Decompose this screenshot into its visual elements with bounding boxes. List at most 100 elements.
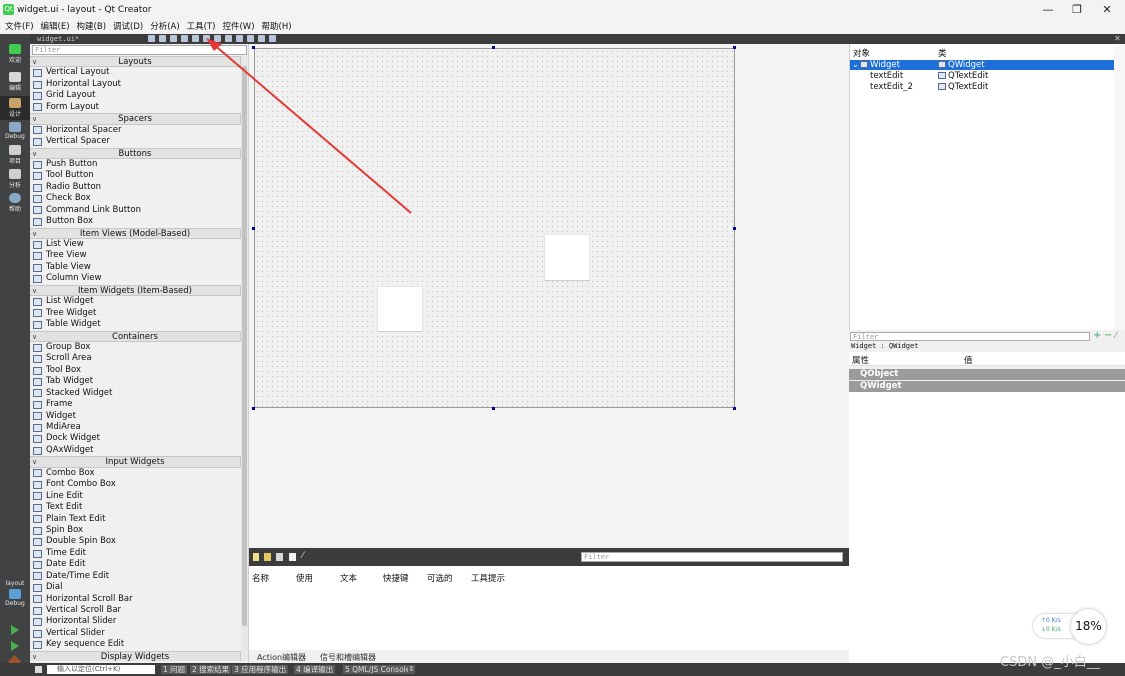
widget-item[interactable]: Dock Widget <box>30 433 241 444</box>
document-tab[interactable]: widget.ui* <box>33 34 143 44</box>
widget-item[interactable]: Tab Widget <box>30 376 241 387</box>
kit-selector[interactable]: layout Debug <box>0 580 30 607</box>
adjust-size-icon[interactable] <box>269 35 276 42</box>
resize-handle[interactable] <box>492 407 495 410</box>
widget-item[interactable]: Text Edit <box>30 502 241 513</box>
mode-edit[interactable]: 编辑 <box>0 72 30 92</box>
widget-item[interactable]: Dial <box>30 582 241 593</box>
widget-category[interactable]: ∨ Layouts <box>30 56 241 68</box>
widget-category[interactable]: ∨ Input Widgets <box>30 456 241 468</box>
widget-item[interactable]: Command Link Button <box>30 205 241 216</box>
widget-list-scrollbar[interactable] <box>241 56 248 661</box>
col-checkable[interactable]: 可选的 <box>427 572 453 584</box>
break-layout-icon[interactable] <box>258 35 265 42</box>
delete-action-icon[interactable] <box>289 553 296 561</box>
mode-design[interactable]: 设计 <box>0 96 30 120</box>
run-icon[interactable] <box>11 625 19 635</box>
widget-category[interactable]: ∨ Buttons <box>30 147 241 159</box>
resize-handle[interactable] <box>733 407 736 410</box>
property-group-qobject[interactable]: QObject <box>849 369 1125 380</box>
resize-handle[interactable] <box>252 227 255 230</box>
maximize-button[interactable]: ❐ <box>1062 2 1092 18</box>
widget-item[interactable]: Horizontal Scroll Bar <box>30 594 241 605</box>
pane-app-output[interactable]: 3 应用程序输出 <box>232 665 289 674</box>
widget-item[interactable]: QAxWidget <box>30 445 241 456</box>
widget-item[interactable]: Time Edit <box>30 548 241 559</box>
widget-item[interactable]: List Widget <box>30 296 241 307</box>
widget-item[interactable]: Button Box <box>30 216 241 227</box>
configure-icon[interactable]: ⁄ <box>1115 331 1117 341</box>
col-value-header[interactable]: 值 <box>964 354 973 366</box>
add-property-icon[interactable]: + <box>1093 331 1101 341</box>
col-used[interactable]: 使用 <box>296 572 313 584</box>
widget-category[interactable]: ∨ Item Widgets (Item-Based) <box>30 284 241 297</box>
widget-item[interactable]: Scroll Area <box>30 353 241 364</box>
widget-filter-input[interactable]: Filter <box>32 45 247 55</box>
widget-item[interactable]: Form Layout <box>30 102 241 113</box>
resize-handle[interactable] <box>252 46 255 49</box>
menu-edit[interactable]: 编辑(E) <box>36 20 72 34</box>
vertical-layout-icon[interactable] <box>203 35 210 42</box>
pane-compile-output[interactable]: 4 编译输出 <box>294 665 336 674</box>
widget-item[interactable]: Date/Time Edit <box>30 571 241 582</box>
mode-projects[interactable]: 项目 <box>0 145 30 165</box>
widget-item[interactable]: Combo Box <box>30 468 241 479</box>
minimize-button[interactable]: — <box>1033 2 1063 18</box>
buddy-mode-icon[interactable] <box>170 35 177 42</box>
widget-item[interactable]: Date Edit <box>30 559 241 570</box>
property-group-qwidget[interactable]: QWidget <box>849 381 1125 392</box>
mode-welcome[interactable]: 欢迎 <box>0 44 30 64</box>
widget-category[interactable]: ∨ Containers <box>30 330 241 342</box>
widget-item[interactable]: List View <box>30 239 241 250</box>
widget-item[interactable]: Column View <box>30 273 241 284</box>
chevron-down-icon[interactable]: ∨ <box>32 149 37 159</box>
tree-row-textedit[interactable]: textEdit QTextEdit <box>850 71 1115 81</box>
widget-item[interactable]: Check Box <box>30 193 241 204</box>
col-property-header[interactable]: 属性 <box>852 354 869 366</box>
widget-item[interactable]: Table View <box>30 262 241 273</box>
wand-icon[interactable]: ⁄ <box>302 551 304 561</box>
signal-slot-mode-icon[interactable] <box>159 35 166 42</box>
form-layout-icon[interactable] <box>247 35 254 42</box>
menu-widgets[interactable]: 控件(W) <box>217 20 256 34</box>
tab-action-editor[interactable]: Action编辑器 <box>257 652 306 663</box>
widget-item[interactable]: Group Box <box>30 342 241 353</box>
widget-item[interactable]: Vertical Scroll Bar <box>30 605 241 616</box>
text-edit-widget[interactable] <box>544 234 590 281</box>
widget-item[interactable]: Font Combo Box <box>30 479 241 490</box>
col-name[interactable]: 名称 <box>252 572 269 584</box>
widget-category[interactable]: ∨ Display Widgets <box>30 650 241 661</box>
menu-debug[interactable]: 调试(D) <box>108 20 145 34</box>
action-filter-input[interactable]: Filter <box>581 552 843 562</box>
horizontal-layout-icon[interactable] <box>192 35 199 42</box>
copy-action-icon[interactable] <box>264 553 271 561</box>
sidebar-toggle-icon[interactable] <box>35 666 42 673</box>
scrollbar-thumb[interactable] <box>242 66 247 626</box>
widget-item[interactable]: Key sequence Edit <box>30 639 241 650</box>
property-filter-input[interactable]: Filter <box>850 332 1090 341</box>
chevron-down-icon[interactable]: ∨ <box>32 229 37 239</box>
widget-item[interactable]: Widget <box>30 411 241 422</box>
resize-handle[interactable] <box>733 227 736 230</box>
pane-qml-console[interactable]: 5 QML/JS Console <box>343 665 413 674</box>
resize-handle[interactable] <box>492 46 495 49</box>
widget-item[interactable]: Push Button <box>30 159 241 170</box>
menu-help[interactable]: 帮助(H) <box>257 20 294 34</box>
widget-item[interactable]: Spin Box <box>30 525 241 536</box>
tab-order-mode-icon[interactable] <box>181 35 188 42</box>
mode-analyze[interactable]: 分析 <box>0 169 30 189</box>
widget-item[interactable]: Plain Text Edit <box>30 514 241 525</box>
locator-input[interactable]: 输入以定位(Ctrl+K) <box>47 665 155 674</box>
widget-item[interactable]: Horizontal Layout <box>30 79 241 90</box>
chevron-down-icon[interactable]: ∨ <box>32 457 37 467</box>
widget-item[interactable]: Vertical Slider <box>30 628 241 639</box>
col-class-header[interactable]: 类 <box>938 47 947 59</box>
mode-debug[interactable]: Debug <box>0 122 30 140</box>
widget-item[interactable]: Radio Button <box>30 182 241 193</box>
widget-item[interactable]: Tool Box <box>30 365 241 376</box>
widget-item[interactable]: Grid Layout <box>30 90 241 101</box>
col-shortcut[interactable]: 快捷键 <box>383 572 409 584</box>
tab-signal-slot-editor[interactable]: 信号和槽编辑器 <box>320 652 376 663</box>
widget-item[interactable]: Vertical Spacer <box>30 136 241 147</box>
widget-item[interactable]: Frame <box>30 399 241 410</box>
